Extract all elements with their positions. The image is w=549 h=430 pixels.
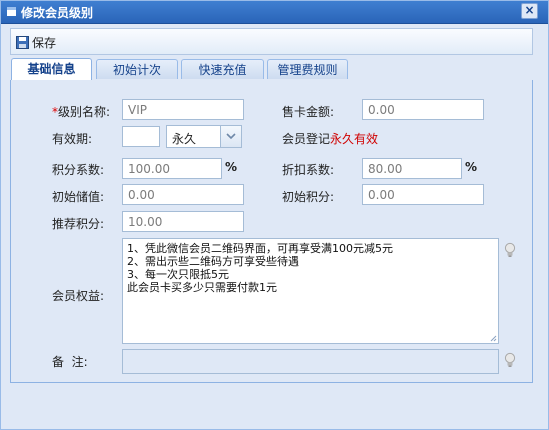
title-bar: 修改会员级别 × [1,1,548,24]
window-icon [7,7,16,16]
initial-balance-label: 初始储值: [52,190,105,204]
validity-input[interactable] [122,126,160,147]
resize-grip-icon[interactable] [490,335,497,342]
points-ratio-label: 积分系数: [52,163,105,177]
benefits-line: 1、凭此微信会员二维码界面，可再享受满100元减5元 [127,242,393,255]
referral-points-label: 推荐积分: [52,217,105,231]
validity-label: 有效期: [52,132,93,146]
level-name-label: *级别名称: [52,103,110,120]
remark-textarea[interactable] [122,349,499,374]
level-name-input[interactable]: VIP [122,99,244,120]
tab-strip: 基础信息 初始计次 快速充值 管理费规则 [10,58,533,81]
toolbar: 保存 [10,28,533,55]
remark-label: 备 注: [52,355,88,369]
window-title: 修改会员级别 [21,6,94,20]
chevron-down-icon [226,133,236,140]
register-note-emphasis: 永久有效 [330,132,379,146]
benefits-line: 2、需出示些二维码方可享受些待遇 [127,255,299,268]
save-icon [16,35,29,49]
validity-unit-value: 永久 [172,132,197,146]
edit-member-level-window: 修改会员级别 × 保存 基础信息 初始计次 快速充值 管理费规则 *级别名称: … [0,0,549,430]
save-button[interactable]: 保存 [13,32,59,52]
benefits-label: 会员权益: [52,289,105,303]
level-name-label-text: 级别名称: [58,105,111,119]
points-ratio-percent: % [225,160,238,174]
register-note-prefix: 会员登记 [282,132,331,146]
register-note: 会员登记永久有效 [282,130,378,147]
lightbulb-icon[interactable] [504,242,516,258]
save-label: 保存 [32,35,57,50]
tab-basic-info[interactable]: 基础信息 [11,58,92,81]
tab-management-fee-rules[interactable]: 管理费规则 [267,59,348,79]
discount-ratio-input[interactable]: 80.00 [362,158,462,179]
validity-unit-select[interactable]: 永久 [166,125,242,148]
referral-points-input[interactable]: 10.00 [122,211,244,232]
tab-initial-count[interactable]: 初始计次 [96,59,178,79]
points-ratio-input[interactable]: 100.00 [122,158,222,179]
benefits-line: 3、每一次只限抵5元 [127,268,229,281]
initial-points-input[interactable]: 0.00 [362,184,484,205]
benefits-textarea[interactable]: 1、凭此微信会员二维码界面，可再享受满100元减5元 2、需出示些二维码方可享受… [122,238,499,344]
close-icon[interactable]: × [521,3,538,19]
card-price-input[interactable]: 0.00 [362,99,484,120]
initial-points-label: 初始积分: [282,190,335,204]
benefits-line: 此会员卡买多少只需要付款1元 [127,281,277,294]
card-price-label: 售卡金额: [282,105,335,119]
validity-unit-arrow[interactable] [220,126,241,147]
discount-ratio-label: 折扣系数: [282,163,335,177]
initial-balance-input[interactable]: 0.00 [122,184,244,205]
tab-quick-recharge[interactable]: 快速充值 [181,59,264,79]
lightbulb-icon[interactable] [504,352,516,368]
discount-ratio-percent: % [465,160,478,174]
